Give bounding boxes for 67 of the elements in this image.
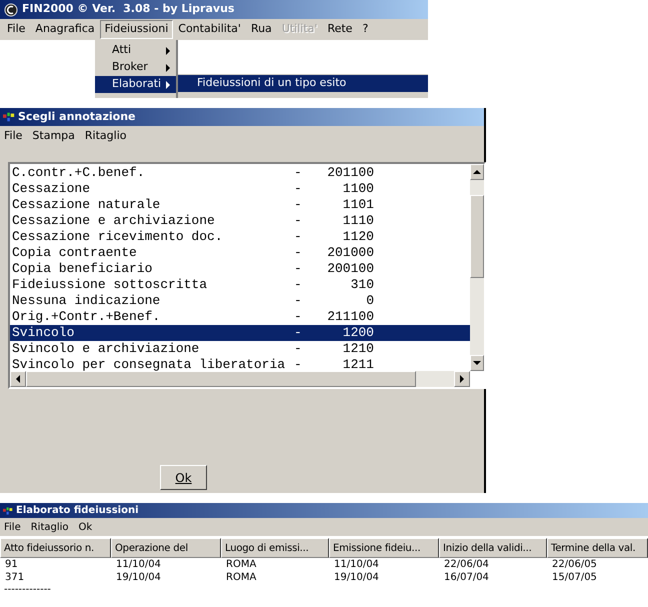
list-item[interactable]: Cessazione e archiviazione - 1110 [10,213,470,229]
table-cell-text: 15/07/05 [551,572,598,584]
column-header[interactable]: Inizio della validi... [439,538,547,558]
menu-item[interactable]: File [2,20,30,39]
table-cell-text: 19/10/04 [115,572,162,584]
scroll-up-icon[interactable] [470,164,484,180]
list-item[interactable]: Svincolo - 1200 [10,325,470,341]
window-title: Elaborato fideiussioni [16,504,138,518]
list-item[interactable]: Svincolo per consegnata liberatoria - 1211 [10,357,470,373]
menu-item[interactable]: ? [357,20,374,39]
menu-item[interactable]: Contabilita' [173,20,246,39]
table-cell-text: 16/07/04 [443,572,490,584]
menu-item[interactable]: Fideiussioni [100,20,174,39]
scroll-down-icon[interactable] [470,355,484,371]
window-title: Scegli annotazione [18,108,136,125]
list-item[interactable]: C.contr.+C.benef. - 201100 [10,165,470,181]
table-cell-text: ROMA [225,572,258,584]
menu-item[interactable]: Ritaglio [84,128,126,144]
scroll-left-icon[interactable] [10,371,26,387]
menu-item[interactable]: Rua [246,20,277,39]
list-item[interactable]: Copia contraente - 201000 [10,245,470,261]
column-header[interactable]: Atto fideiussorio n. [0,538,111,558]
submenu-arrow-icon [166,46,170,54]
ok-button[interactable]: Ok [160,465,207,490]
app-icon [2,111,16,123]
menu-item[interactable]: Rete [322,20,358,39]
menu-item[interactable]: Ritaglio [30,520,69,534]
submenu-arrow-icon [166,64,170,72]
table-cell-text: 22/06/05 [551,559,598,571]
column-header[interactable]: Luogo di emissi... [221,538,329,558]
menu-item[interactable]: Ok [78,520,92,534]
scroll-right-icon[interactable] [454,371,470,387]
app-icon [2,506,14,516]
menu-item[interactable]: File [4,520,21,534]
list-item[interactable]: Fideiussione sottoscritta - 310 [10,277,470,293]
table-cell-text: ROMA [225,559,258,571]
table-cell-text: 11/10/04 [115,559,162,571]
logo-icon [4,2,18,16]
menu-item[interactable]: Stampa [32,128,75,144]
list-item[interactable]: Cessazione ricevimento doc. - 1120 [10,229,470,245]
table-cell-text: 19/10/04 [333,572,380,584]
scroll-thumb[interactable] [26,371,416,387]
list-item[interactable]: Orig.+Contr.+Benef. - 211100 [10,309,470,325]
menu-option[interactable]: Elaborati [95,76,176,93]
column-header[interactable]: Operazione del [111,538,221,558]
submenu-arrow-icon [166,80,170,88]
menu-option[interactable]: Broker [95,59,176,76]
list-item[interactable]: Svincolo e archiviazione - 1210 [10,341,470,357]
column-header[interactable]: Termine della val. [547,538,648,558]
column-header[interactable]: Emissione fideiu... [329,538,439,558]
window-title: FIN2000 © Ver. 3.08 - by Lipravus [22,1,234,18]
menu-item[interactable]: File [4,128,22,144]
menu-option[interactable]: Fideiussioni di un tipo esito [178,75,428,92]
menu-option[interactable]: Atti [95,42,176,59]
table-cell-text: 11/10/04 [333,559,380,571]
list-item[interactable]: Nessuna indicazione - 0 [10,293,470,309]
list-item[interactable]: Cessazione naturale - 1101 [10,197,470,213]
separator-line-text: ------------- [3,585,52,595]
menu-item[interactable]: Anagrafica [30,20,100,39]
table-cell-text: 91 [4,559,19,571]
vertical-scrollbar[interactable] [470,164,484,371]
list-item[interactable]: Cessazione - 1100 [10,181,470,197]
scroll-thumb[interactable] [470,195,484,278]
table-cell-text: 371 [4,572,26,584]
horizontal-scrollbar[interactable] [10,371,470,387]
table-cell-text: 22/06/04 [443,559,490,571]
list-item[interactable]: Copia beneficiario - 200100 [10,261,470,277]
